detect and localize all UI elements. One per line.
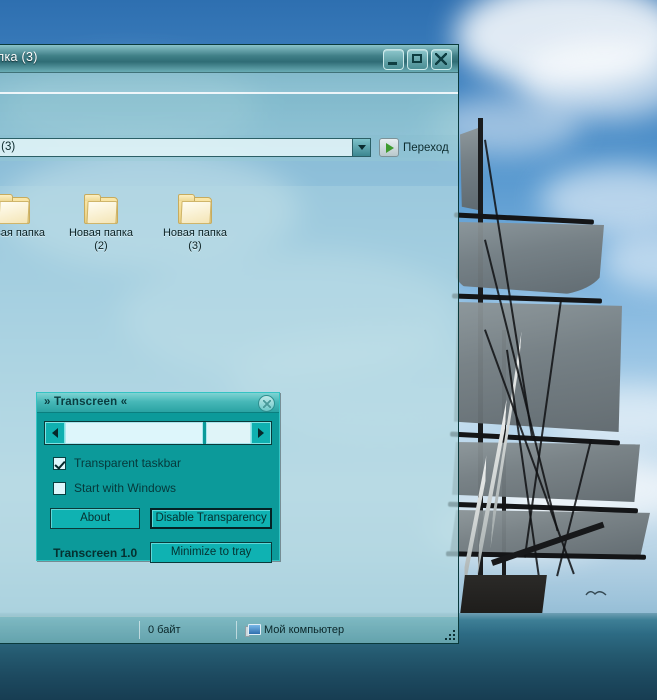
folder-item[interactable]: Новая папка (3) [149, 194, 241, 253]
folder-icon [83, 194, 119, 224]
slider-remainder[interactable] [206, 422, 251, 444]
minimize-icon [388, 62, 397, 65]
chevron-down-icon[interactable] [352, 139, 370, 156]
go-button[interactable]: Переход [379, 138, 449, 157]
slider-track[interactable] [65, 422, 251, 444]
checkbox-transparent-taskbar[interactable]: Transparent taskbar [53, 456, 272, 470]
ship-sail [460, 128, 478, 210]
close-button[interactable] [431, 49, 452, 70]
transcreen-button-row-1: About Disable Transparency [50, 508, 272, 529]
folder-item[interactable]: Новая папка (2) [55, 194, 147, 253]
status-location-label: Мой компьютер [264, 624, 345, 636]
checkbox-label: Start with Windows [74, 481, 177, 495]
checkbox-checked-icon[interactable] [53, 456, 66, 470]
my-computer-icon [245, 624, 261, 637]
ship-sail [456, 222, 604, 296]
slider-thumb[interactable] [65, 422, 203, 444]
explorer-status-bar: 0 байт Мой компьютер [0, 616, 458, 643]
ship-yard [451, 293, 603, 304]
status-pane-size: 0 байт [139, 621, 236, 639]
disable-transparency-button[interactable]: Disable Transparency [150, 508, 272, 529]
about-button[interactable]: About [50, 508, 141, 529]
checkbox-label: Transparent taskbar [74, 456, 181, 470]
folder-label: Новая папка (2) [68, 227, 134, 252]
sailing-ship [440, 0, 657, 700]
checkbox-start-with-windows[interactable]: Start with Windows [53, 481, 272, 495]
transparency-slider[interactable] [44, 421, 272, 445]
folder-icon [177, 194, 213, 224]
address-input[interactable]: я папка (3) [0, 138, 371, 157]
seagull-icon [585, 591, 607, 596]
transcreen-button-row-2: Transcreen 1.0 Minimize to tray [50, 542, 272, 563]
transcreen-close-button[interactable] [258, 395, 275, 412]
window-controls [383, 49, 452, 70]
folder-label: Новая папка (3) [162, 227, 228, 252]
folder-label: Новая папка [0, 227, 46, 239]
minimize-button[interactable] [383, 49, 404, 70]
go-button-label: Переход [403, 141, 449, 154]
explorer-titlebar[interactable]: ая папка (3) [0, 45, 458, 73]
arrow-right-icon[interactable] [251, 422, 271, 444]
status-pane-location: Мой компьютер [236, 621, 458, 639]
status-pane-objects [0, 621, 139, 639]
address-value: я папка (3) [0, 141, 16, 153]
minimize-to-tray-button[interactable]: Minimize to tray [150, 542, 272, 563]
transcreen-content: Transparent taskbar Start with Windows A… [37, 413, 279, 571]
explorer-toolbar[interactable] [0, 94, 458, 135]
transcreen-titlebar[interactable]: » Transcreen « [37, 393, 279, 413]
folder-icon [0, 194, 31, 224]
ship-sail [454, 302, 622, 432]
folder-item[interactable]: Новая папка [0, 194, 59, 240]
resize-grip-icon[interactable] [444, 629, 455, 640]
folder-icon-grid: Новая папка Новая папка (2) Новая папка … [0, 186, 458, 252]
checkbox-unchecked-icon[interactable] [53, 481, 66, 495]
transcreen-title: » Transcreen « [44, 396, 128, 408]
address-bar-row[interactable]: я папка (3) Переход [0, 135, 458, 161]
green-arrow-right-icon [379, 138, 399, 157]
explorer-title: ая папка (3) [0, 50, 38, 64]
maximize-icon [412, 54, 422, 63]
transcreen-dialog[interactable]: » Transcreen « Transparent taskbar Start… [36, 392, 280, 563]
explorer-menubar[interactable] [0, 73, 458, 92]
arrow-left-icon[interactable] [45, 422, 65, 444]
maximize-button[interactable] [407, 49, 428, 70]
close-icon [435, 53, 447, 65]
version-label: Transcreen 1.0 [53, 545, 138, 560]
